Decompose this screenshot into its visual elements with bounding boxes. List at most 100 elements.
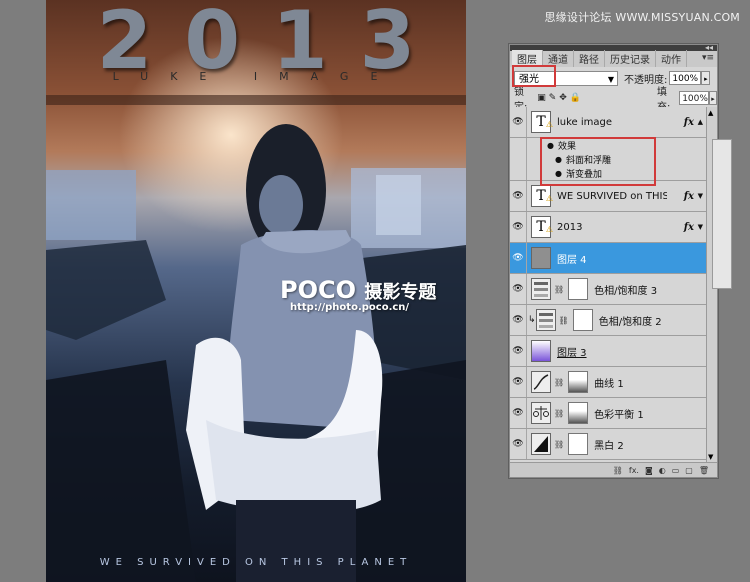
layers-scrollbar[interactable]: ▲ ▼ <box>706 107 732 463</box>
lock-pixels-icon[interactable]: ✎ <box>549 93 557 103</box>
fx-menu-icon[interactable]: fx. <box>629 466 639 475</box>
text-layer-thumb-icon: T ⚠ <box>531 185 553 207</box>
warning-icon: ⚠ <box>545 120 553 129</box>
opacity-label: 不透明度: <box>624 74 668 86</box>
tab-paths[interactable]: 路径 <box>574 50 605 67</box>
tab-channels[interactable]: 通道 <box>543 50 574 67</box>
fx-icon[interactable]: fx <box>684 222 694 233</box>
effect-item[interactable]: ● 渐变叠加 <box>510 166 706 181</box>
tab-actions[interactable]: 动作 <box>656 50 687 67</box>
layer-mask[interactable] <box>568 371 589 393</box>
curves-icon <box>531 371 551 393</box>
layer-name: 色彩平衡 1 <box>594 409 644 421</box>
eye-icon[interactable]: ● <box>547 141 554 150</box>
new-layer-icon[interactable]: ▢ <box>685 466 693 475</box>
layer-name: 黑白 2 <box>594 440 624 452</box>
layer-row[interactable]: 👁 T ⚠ luke image fx ▲ <box>510 107 706 138</box>
poster-tagline: WE SURVIVED ON THIS PLANET <box>99 557 413 568</box>
layer-row[interactable]: 👁 ⛓ 色彩平衡 1 <box>510 398 706 429</box>
eye-icon[interactable]: ● <box>555 169 562 178</box>
layer-row[interactable]: 👁 T ⚠ 2013 fx ▼ <box>510 212 706 243</box>
layer-mask[interactable] <box>568 402 589 424</box>
panel-menu-icon[interactable]: ▾≡ <box>702 53 714 63</box>
poster-image: 2013 LUKE IMAGE POCO 摄影专题 http://photo.p… <box>46 0 466 582</box>
chain-link-icon[interactable]: ⛓ <box>559 316 569 325</box>
expand-arrow-icon[interactable]: ▼ <box>698 223 703 231</box>
hue-saturation-icon <box>535 309 556 331</box>
opacity-slider-arrow-icon[interactable]: ▸ <box>701 71 711 85</box>
eye-icon[interactable]: 👁 <box>510 429 527 459</box>
warning-icon: ⚠ <box>545 194 553 203</box>
text-layer-thumb-icon: T ⚠ <box>531 111 553 133</box>
eye-icon[interactable]: 👁 <box>510 107 527 137</box>
lock-transparency-icon[interactable]: ▣ <box>537 93 546 103</box>
expand-arrow-icon[interactable]: ▲ <box>698 118 703 126</box>
fill-slider-arrow-icon[interactable]: ▸ <box>708 91 717 105</box>
scroll-thumb[interactable] <box>712 139 732 289</box>
layer-name: 2013 <box>557 221 583 233</box>
layer-row[interactable]: 👁 ⛓ 曲线 1 <box>510 367 706 398</box>
hue-saturation-icon <box>531 278 551 300</box>
blend-mode-value: 强光 <box>519 73 539 85</box>
layer-mask[interactable] <box>568 433 589 455</box>
eye-icon[interactable]: 👁 <box>510 398 527 428</box>
eye-icon[interactable]: ● <box>555 155 562 164</box>
layer-row[interactable]: 👁 ↳ ⛓ 色相/饱和度 2 <box>510 305 706 336</box>
layer-mask[interactable] <box>572 309 593 331</box>
layer-mask[interactable] <box>568 278 589 300</box>
expand-arrow-icon[interactable]: ▼ <box>698 192 703 200</box>
layer-row[interactable]: 👁 T⚠ WE SURVIVED on THIS PLA... fx ▼ <box>510 181 706 212</box>
poco-url: http://photo.poco.cn/ <box>290 302 410 313</box>
chain-link-icon[interactable]: ⛓ <box>554 409 564 418</box>
eye-icon[interactable]: 👁 <box>510 181 527 211</box>
blend-row: 强光 ▼ 不透明度: 100% ▸ <box>510 67 717 89</box>
link-layers-icon[interactable]: ⛓ <box>613 466 623 475</box>
fill-input[interactable]: 100% <box>679 91 709 105</box>
layer-name: 色相/饱和度 3 <box>594 285 658 297</box>
effects-label: 效果 <box>557 141 576 152</box>
opacity-input[interactable]: 100% <box>669 71 702 85</box>
tab-history[interactable]: 历史记录 <box>605 50 656 67</box>
chain-link-icon[interactable]: ⛓ <box>554 378 564 387</box>
effect-item[interactable]: ● 斜面和浮雕 <box>510 152 706 166</box>
warning-icon: ⚠ <box>545 225 553 234</box>
eye-icon[interactable]: 👁 <box>510 367 527 397</box>
layer-name: 图层 4 <box>557 254 587 266</box>
eye-icon[interactable]: 👁 <box>510 336 527 366</box>
effect-name: 渐变叠加 <box>565 169 602 180</box>
scroll-down-icon[interactable]: ▼ <box>708 453 713 461</box>
tab-layers[interactable]: 图层 <box>512 50 543 67</box>
lock-position-icon[interactable]: ✥ <box>559 93 567 103</box>
dropdown-arrow-icon: ▼ <box>607 74 614 84</box>
text-layer-thumb-icon: T ⚠ <box>531 216 553 238</box>
scroll-up-icon[interactable]: ▲ <box>708 109 713 117</box>
fx-icon[interactable]: fx <box>684 117 694 128</box>
effect-name: 斜面和浮雕 <box>565 155 611 166</box>
eye-icon[interactable]: 👁 <box>510 243 527 273</box>
adjustment-layer-icon[interactable]: ◐ <box>659 466 666 475</box>
layers-panel: ◂◂ 图层 通道 路径 历史记录 动作 ▾≡ 强光 ▼ 不透明度: 100% ▸… <box>509 43 732 478</box>
black-white-icon <box>531 433 551 455</box>
chain-link-icon[interactable]: ⛓ <box>554 285 564 294</box>
layer-thumb <box>531 247 551 269</box>
eye-icon[interactable]: 👁 <box>510 305 527 335</box>
delete-layer-icon[interactable]: 🗑 <box>699 466 709 475</box>
layer-row[interactable]: 👁 ⛓ 黑白 2 <box>510 429 706 460</box>
blend-mode-select[interactable]: 强光 ▼ <box>514 70 618 86</box>
panel-tabs: 图层 通道 路径 历史记录 动作 ▾≡ <box>510 50 717 67</box>
clipping-arrow-icon: ↳ <box>528 315 536 325</box>
effects-row[interactable]: ● 效果 <box>510 138 706 152</box>
fx-icon[interactable]: fx <box>684 191 694 202</box>
eye-icon[interactable]: 👁 <box>510 212 527 242</box>
new-group-icon[interactable]: ▭ <box>672 466 680 475</box>
layer-row[interactable]: 👁 ⛓ 色相/饱和度 3 <box>510 274 706 305</box>
eye-icon[interactable]: 👁 <box>510 274 527 304</box>
add-mask-icon[interactable]: ◙ <box>645 466 653 475</box>
layer-row-selected[interactable]: 👁 图层 4 <box>510 243 706 274</box>
gradient-layer-thumb <box>531 340 551 362</box>
layer-name: 色相/饱和度 2 <box>598 316 662 328</box>
chain-link-icon[interactable]: ⛓ <box>554 440 564 449</box>
lock-all-icon[interactable]: 🔒 <box>570 93 581 103</box>
layer-name: 曲线 1 <box>594 378 624 390</box>
layer-row[interactable]: 👁 图层 3 <box>510 336 706 367</box>
